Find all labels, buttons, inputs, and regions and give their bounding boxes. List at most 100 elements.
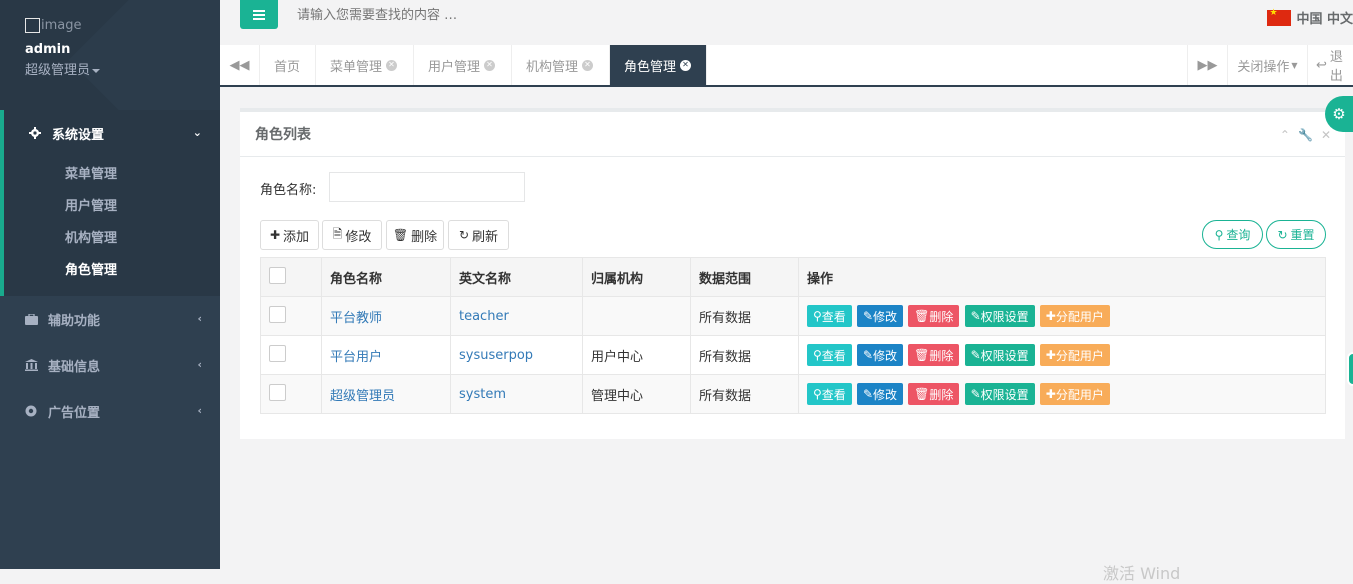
wrench-icon[interactable]: 🔧 bbox=[1298, 128, 1313, 142]
backward-icon: ◀◀ bbox=[229, 57, 250, 73]
row-delete-button[interactable]: 🗑 删除 bbox=[908, 344, 960, 366]
search-icon: ⚲ bbox=[1214, 227, 1224, 242]
menu-toggle-button[interactable] bbox=[240, 0, 278, 29]
permission-button[interactable]: ✎ 权限设置 bbox=[964, 305, 1035, 327]
china-flag-icon bbox=[1267, 8, 1292, 26]
edit-icon: ✎ bbox=[862, 348, 874, 362]
column-header-scope[interactable]: 数据范围 bbox=[690, 257, 799, 297]
edit-icon: ✎ bbox=[970, 348, 981, 362]
tab-scroll-left-button[interactable]: ◀◀ bbox=[220, 45, 260, 85]
english-name-link[interactable]: system bbox=[459, 387, 506, 402]
column-header-english-name[interactable]: 英文名称 bbox=[450, 257, 583, 297]
tab-scroll-right-button[interactable]: ▶▶ bbox=[1187, 45, 1227, 85]
chevron-left-icon: ‹ bbox=[197, 312, 202, 325]
tab-home[interactable]: 首页 bbox=[260, 45, 316, 85]
role-name-input[interactable] bbox=[329, 172, 525, 202]
view-button[interactable]: ⚲ 查看 bbox=[807, 344, 852, 366]
close-icon[interactable]: ✕ bbox=[1321, 128, 1331, 142]
theme-settings-button[interactable]: ⚙ bbox=[1325, 96, 1353, 132]
tab-role-mgmt[interactable]: 角色管理 ✕ bbox=[610, 45, 707, 85]
trash-icon: 🗑 bbox=[392, 228, 409, 242]
permission-button[interactable]: ✎ 权限设置 bbox=[964, 383, 1035, 405]
chevron-left-icon: ‹ bbox=[197, 358, 202, 371]
edit-icon: ✎ bbox=[970, 387, 981, 401]
row-checkbox[interactable] bbox=[269, 344, 286, 362]
table-header-row: 角色名称 英文名称 归属机构 数据范围 操作 bbox=[260, 257, 1326, 297]
sidebar-item-org-mgmt[interactable]: 机构管理 bbox=[4, 220, 220, 252]
plus-icon: ✚ bbox=[269, 228, 281, 242]
briefcase-icon bbox=[24, 312, 38, 326]
sidebar: image admin 超级管理员 系统设置 ⌄ 菜单管理 用户管理 机构管理 … bbox=[0, 0, 220, 569]
assign-user-button[interactable]: ✚ 分配用户 bbox=[1039, 344, 1110, 366]
collapse-icon[interactable]: ⌃ bbox=[1280, 128, 1290, 142]
add-button[interactable]: ✚ 添加 bbox=[260, 220, 319, 250]
tab-user-mgmt[interactable]: 用户管理 ✕ bbox=[414, 45, 512, 85]
row-edit-button[interactable]: ✎ 修改 bbox=[856, 344, 904, 366]
language-selector[interactable]: 中国 中文 bbox=[1267, 8, 1353, 27]
row-delete-button[interactable]: 🗑 删除 bbox=[908, 305, 960, 327]
sidebar-item-menu-mgmt[interactable]: 菜单管理 bbox=[4, 156, 220, 188]
menu-group-header-system[interactable]: 系统设置 ⌄ bbox=[4, 110, 220, 156]
row-checkbox[interactable] bbox=[269, 383, 286, 401]
menu-group-ad-position[interactable]: 广告位置 ‹ bbox=[0, 388, 220, 434]
chrome-icon bbox=[24, 404, 38, 418]
sign-out-icon: ↩ bbox=[1316, 57, 1327, 73]
logout-button[interactable]: ↩ 退出 bbox=[1307, 45, 1353, 85]
tab-bar: ◀◀ 首页 菜单管理 ✕ 用户管理 ✕ 机构管理 ✕ 角色管理 ✕ ▶▶ 关闭操作 ▼ ↩… bbox=[220, 45, 1353, 87]
tab-org-mgmt[interactable]: 机构管理 ✕ bbox=[512, 45, 610, 85]
tab-menu-mgmt[interactable]: 菜单管理 ✕ bbox=[316, 45, 414, 85]
role-name-link[interactable]: 平台用户 bbox=[330, 350, 382, 365]
row-edit-button[interactable]: ✎ 修改 bbox=[856, 305, 904, 327]
caret-down-icon bbox=[92, 68, 101, 73]
role-table: 角色名称 英文名称 归属机构 数据范围 操作 平台教师 teacher 所有数据… bbox=[260, 257, 1326, 414]
sidebar-item-user-mgmt[interactable]: 用户管理 bbox=[4, 188, 220, 220]
hamburger-icon bbox=[253, 13, 265, 16]
role-name-link[interactable]: 平台教师 bbox=[330, 311, 382, 326]
close-tab-icon[interactable]: ✕ bbox=[582, 59, 594, 71]
refresh-icon: ↻ bbox=[1277, 227, 1288, 242]
close-tab-icon[interactable]: ✕ bbox=[484, 59, 496, 71]
view-button[interactable]: ⚲ 查看 bbox=[807, 305, 852, 327]
profile-role-dropdown[interactable]: 超级管理员 bbox=[25, 59, 101, 78]
english-name-link[interactable]: sysuserpop bbox=[459, 348, 533, 363]
edit-icon: ✎ bbox=[862, 309, 874, 323]
row-checkbox[interactable] bbox=[269, 305, 286, 323]
reset-button[interactable]: ↻ 重置 bbox=[1266, 220, 1326, 249]
select-all-checkbox[interactable] bbox=[269, 266, 286, 284]
submenu-system: 菜单管理 用户管理 机构管理 角色管理 bbox=[4, 156, 220, 296]
side-scroll-handle[interactable] bbox=[1347, 352, 1353, 386]
refresh-button[interactable]: ↻ 刷新 bbox=[448, 220, 509, 250]
view-button[interactable]: ⚲ 查看 bbox=[807, 383, 852, 405]
search-plus-icon: ⚲ bbox=[813, 309, 822, 323]
plus-icon: ✚ bbox=[1045, 309, 1056, 323]
panel-title: 角色列表 bbox=[255, 127, 311, 143]
activation-watermark: 激活 Wind bbox=[1103, 564, 1181, 583]
org-cell: 管理中心 bbox=[582, 374, 691, 414]
scope-cell: 所有数据 bbox=[690, 335, 799, 375]
column-header-org[interactable]: 归属机构 bbox=[582, 257, 691, 297]
row-delete-button[interactable]: 🗑 删除 bbox=[908, 383, 960, 405]
column-header-role-name[interactable]: 角色名称 bbox=[321, 257, 451, 297]
avatar: image bbox=[25, 18, 82, 33]
delete-button[interactable]: 🗑 删除 bbox=[386, 220, 444, 250]
table-row: 超级管理员 system 管理中心 所有数据 ⚲ 查看 ✎ 修改 🗑 删除 ✎ 权限设置… bbox=[260, 374, 1326, 414]
permission-button[interactable]: ✎ 权限设置 bbox=[964, 344, 1035, 366]
plus-icon: ✚ bbox=[1045, 348, 1056, 362]
edit-icon: ✎ bbox=[862, 387, 874, 401]
menu-group-auxiliary[interactable]: 辅助功能 ‹ bbox=[0, 296, 220, 342]
query-button[interactable]: ⚲ 查询 bbox=[1202, 220, 1263, 249]
sidebar-item-role-mgmt[interactable]: 角色管理 bbox=[4, 252, 220, 284]
role-name-link[interactable]: 超级管理员 bbox=[330, 389, 395, 404]
english-name-link[interactable]: teacher bbox=[459, 309, 509, 324]
assign-user-button[interactable]: ✚ 分配用户 bbox=[1039, 383, 1110, 405]
search-input[interactable] bbox=[295, 7, 595, 24]
close-operations-dropdown[interactable]: 关闭操作 ▼ bbox=[1227, 45, 1307, 85]
assign-user-button[interactable]: ✚ 分配用户 bbox=[1039, 305, 1110, 327]
close-tab-icon[interactable]: ✕ bbox=[386, 59, 398, 71]
close-tab-icon[interactable]: ✕ bbox=[680, 59, 692, 71]
edit-button[interactable]: 🗎 修改 bbox=[322, 220, 382, 250]
row-edit-button[interactable]: ✎ 修改 bbox=[856, 383, 904, 405]
menu-group-basic-info[interactable]: 基础信息 ‹ bbox=[0, 342, 220, 388]
column-header-actions: 操作 bbox=[798, 257, 1326, 297]
table-row: 平台教师 teacher 所有数据 ⚲ 查看 ✎ 修改 🗑 删除 ✎ 权限设置 ✚ 分配用… bbox=[260, 296, 1326, 336]
